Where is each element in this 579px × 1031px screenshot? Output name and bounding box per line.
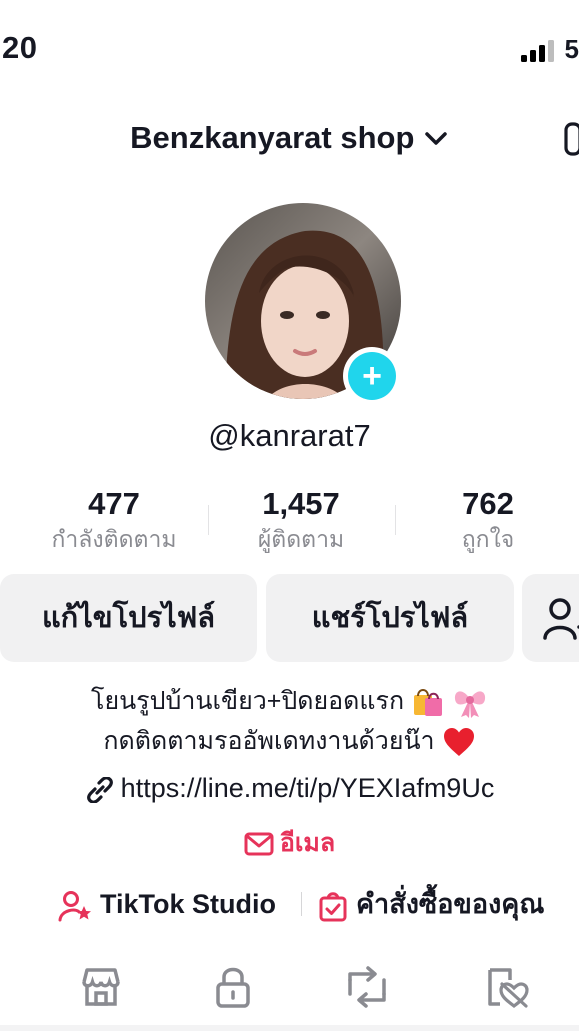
tiktok-studio-label: TikTok Studio	[100, 889, 277, 919]
shopping-bags-icon	[414, 689, 443, 717]
tab-underline	[0, 1025, 579, 1031]
email-label: อีเมล	[279, 829, 336, 857]
followers-label: ผู้ติดตาม	[257, 526, 345, 552]
red-heart-icon	[443, 728, 474, 757]
shortcut-divider	[301, 892, 302, 916]
username: @kanrarat7	[208, 418, 371, 453]
signal-icon	[521, 40, 554, 62]
battery-level: 5	[564, 34, 579, 64]
share-profile-button[interactable]: แชร์โปรไฟล์	[266, 574, 514, 662]
followers-count: 1,457	[262, 486, 340, 521]
likes-stat[interactable]: 762 ถูกใจ	[388, 486, 579, 556]
footprint-icon[interactable]	[563, 118, 579, 160]
bio-line-1: โยนรูปบ้านเขียว+ปิดยอดแรก	[91, 687, 405, 715]
profile-link[interactable]: https://line.me/ti/p/YEXIafm9Uc	[0, 768, 579, 808]
add-user-icon	[543, 598, 579, 640]
likes-count: 762	[462, 486, 514, 521]
content-tabs	[0, 958, 579, 1022]
mail-icon	[244, 832, 274, 856]
chevron-down-icon	[425, 132, 447, 145]
link-icon	[86, 776, 113, 803]
lock-icon[interactable]	[210, 964, 256, 1010]
profile-link-url: https://line.me/ti/p/YEXIafm9Uc	[120, 773, 495, 803]
add-friends-button[interactable]	[522, 574, 579, 662]
shortcut-bar: TikTok Studio คำสั่งซื้อของคุณ	[0, 883, 579, 925]
status-time: 20	[2, 30, 38, 65]
edit-profile-button[interactable]: แก้ไขโปรไฟล์	[0, 574, 257, 662]
liked-hidden-icon[interactable]	[484, 964, 530, 1010]
orders-label: คำสั่งซื้อของคุณ	[356, 889, 545, 919]
account-name: Benzkanyarat shop	[130, 120, 415, 155]
following-count: 477	[88, 486, 140, 521]
following-label: กำลังติดตาม	[51, 526, 177, 552]
bio-line-1-row: โยนรูปบ้านเขียว+ปิดยอดแรก	[0, 682, 579, 720]
shopping-bag-check-icon	[319, 892, 347, 922]
repost-icon[interactable]	[344, 964, 390, 1010]
bio-line-2: กดติดตามรออัพเดทงานด้วยน๊า	[103, 727, 435, 755]
email-button[interactable]: อีเมล	[0, 826, 579, 860]
tiktok-studio-button[interactable]: TikTok Studio	[58, 883, 276, 925]
followers-stat[interactable]: 1,457 ผู้ติดตาม	[201, 486, 401, 556]
add-photo-button[interactable]: +	[343, 347, 401, 405]
plus-icon: +	[348, 352, 396, 400]
orders-button[interactable]: คำสั่งซื้อของคุณ	[318, 883, 544, 925]
likes-label: ถูกใจ	[461, 526, 515, 552]
bio-line-2-row: กดติดตามรออัพเดทงานด้วยน๊า	[0, 722, 579, 760]
following-stat[interactable]: 477 กำลังติดตาม	[14, 486, 214, 556]
account-switcher[interactable]: Benzkanyarat shop	[0, 120, 579, 156]
ribbon-icon	[454, 691, 486, 719]
creator-star-icon	[58, 890, 91, 922]
shop-icon[interactable]	[78, 964, 124, 1010]
